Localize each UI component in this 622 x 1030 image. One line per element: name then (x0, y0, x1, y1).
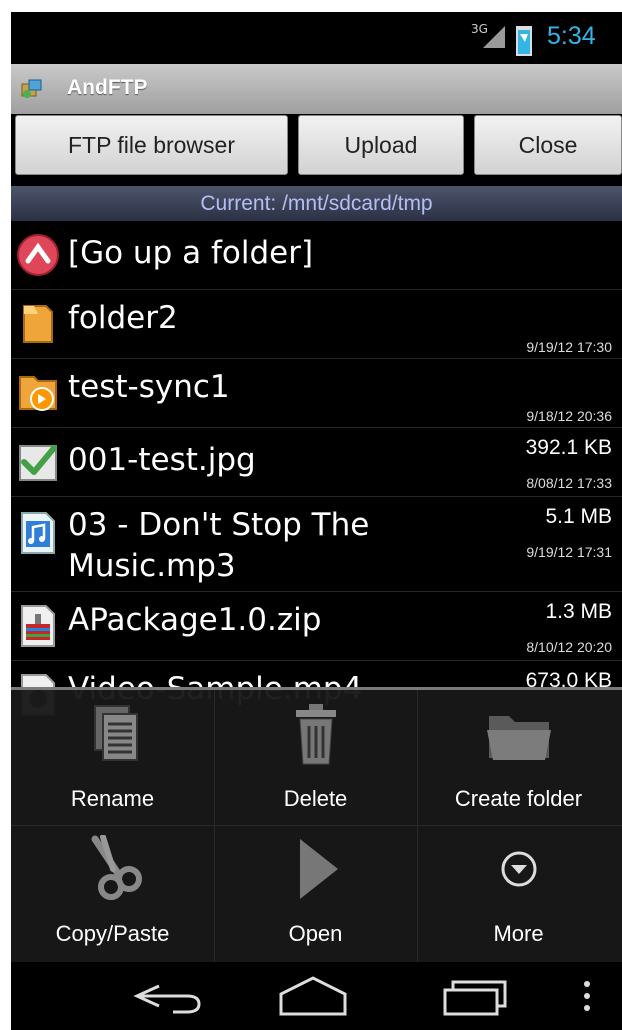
music-file-icon (21, 512, 55, 554)
menu-item-rename[interactable]: Rename (11, 690, 214, 824)
file-row-folder2[interactable]: folder2 9/19/12 17:30 (11, 290, 622, 359)
current-path: Current: /mnt/sdcard/tmp (11, 186, 622, 221)
create-folder-icon (486, 716, 551, 760)
signal-icon (483, 26, 505, 48)
file-date: 9/19/12 17:31 (526, 544, 612, 560)
file-name: 001-test.jpg (68, 442, 256, 478)
file-name: 03 - Don't Stop The Music.mp3 (68, 507, 370, 584)
menu-item-delete[interactable]: Delete (214, 690, 417, 824)
go-up-arrow-icon (17, 234, 59, 276)
context-menu: Rename Delete Create folder Copy/Paste O… (11, 687, 622, 962)
file-name: folder2 (68, 300, 178, 336)
menu-item-label: Delete (283, 786, 348, 811)
app-title: AndFTP (67, 76, 148, 99)
archive-file-icon (21, 605, 55, 647)
scissors-icon (91, 835, 142, 900)
file-name: [Go up a folder] (68, 235, 314, 271)
folder-icon (23, 305, 53, 343)
file-row-001-test[interactable]: 001-test.jpg 392.1 KB 8/08/12 17:33 (11, 428, 622, 497)
file-date: 9/18/12 20:36 (526, 408, 612, 424)
play-icon (299, 839, 338, 899)
ftp-file-browser-button[interactable]: FTP file browser (15, 115, 288, 175)
file-name: APackage1.0.zip (68, 602, 322, 638)
trash-icon (295, 704, 336, 765)
battery-charging-icon (516, 26, 532, 56)
file-row-dont-stop-the-music[interactable]: 03 - Don't Stop The Music.mp3 5.1 MB 9/1… (11, 497, 622, 592)
phone-screen: 3G 5:34 AndFTP FTP file browser Upload C… (11, 12, 622, 1030)
title-bar: AndFTP (11, 64, 622, 114)
file-size: 1.3 MB (545, 600, 612, 623)
status-bar: 3G 5:34 (11, 12, 622, 62)
file-date: 8/10/12 20:20 (526, 639, 612, 655)
close-button[interactable]: Close (474, 115, 622, 175)
menu-item-label: More (493, 921, 544, 946)
file-date: 9/19/12 17:30 (526, 339, 612, 355)
file-size: 392.1 KB (525, 436, 612, 459)
file-row-test-sync1[interactable]: test-sync1 9/18/12 20:36 (11, 359, 622, 428)
file-row-apackage[interactable]: APackage1.0.zip 1.3 MB 8/10/12 20:20 (11, 592, 622, 661)
file-name: test-sync1 (68, 369, 230, 405)
file-row-go-up[interactable]: [Go up a folder] (11, 221, 622, 290)
navigation-bar (11, 962, 622, 1030)
rename-icon (93, 705, 138, 761)
menu-item-label: Copy/Paste (55, 921, 170, 946)
andftp-app-icon (21, 79, 42, 98)
sync-folder-icon (19, 376, 57, 411)
upload-button[interactable]: Upload (298, 115, 464, 175)
menu-item-more[interactable]: More (417, 825, 620, 959)
recents-icon[interactable] (437, 970, 517, 1022)
menu-item-open[interactable]: Open (214, 825, 417, 959)
menu-item-label: Rename (70, 786, 155, 811)
menu-item-create-folder[interactable]: Create folder (417, 690, 620, 824)
status-clock: 5:34 (547, 22, 596, 50)
image-file-icon (19, 445, 57, 481)
menu-item-copy-paste[interactable]: Copy/Paste (11, 825, 214, 959)
menu-item-label: Create folder (454, 786, 583, 811)
file-size: 5.1 MB (545, 505, 612, 528)
more-chevron-icon (501, 851, 536, 887)
back-icon[interactable] (129, 970, 209, 1022)
overflow-menu-icon[interactable] (577, 970, 597, 1022)
file-date: 8/08/12 17:33 (526, 475, 612, 491)
menu-item-label: Open (288, 921, 343, 946)
home-icon[interactable] (273, 970, 353, 1022)
